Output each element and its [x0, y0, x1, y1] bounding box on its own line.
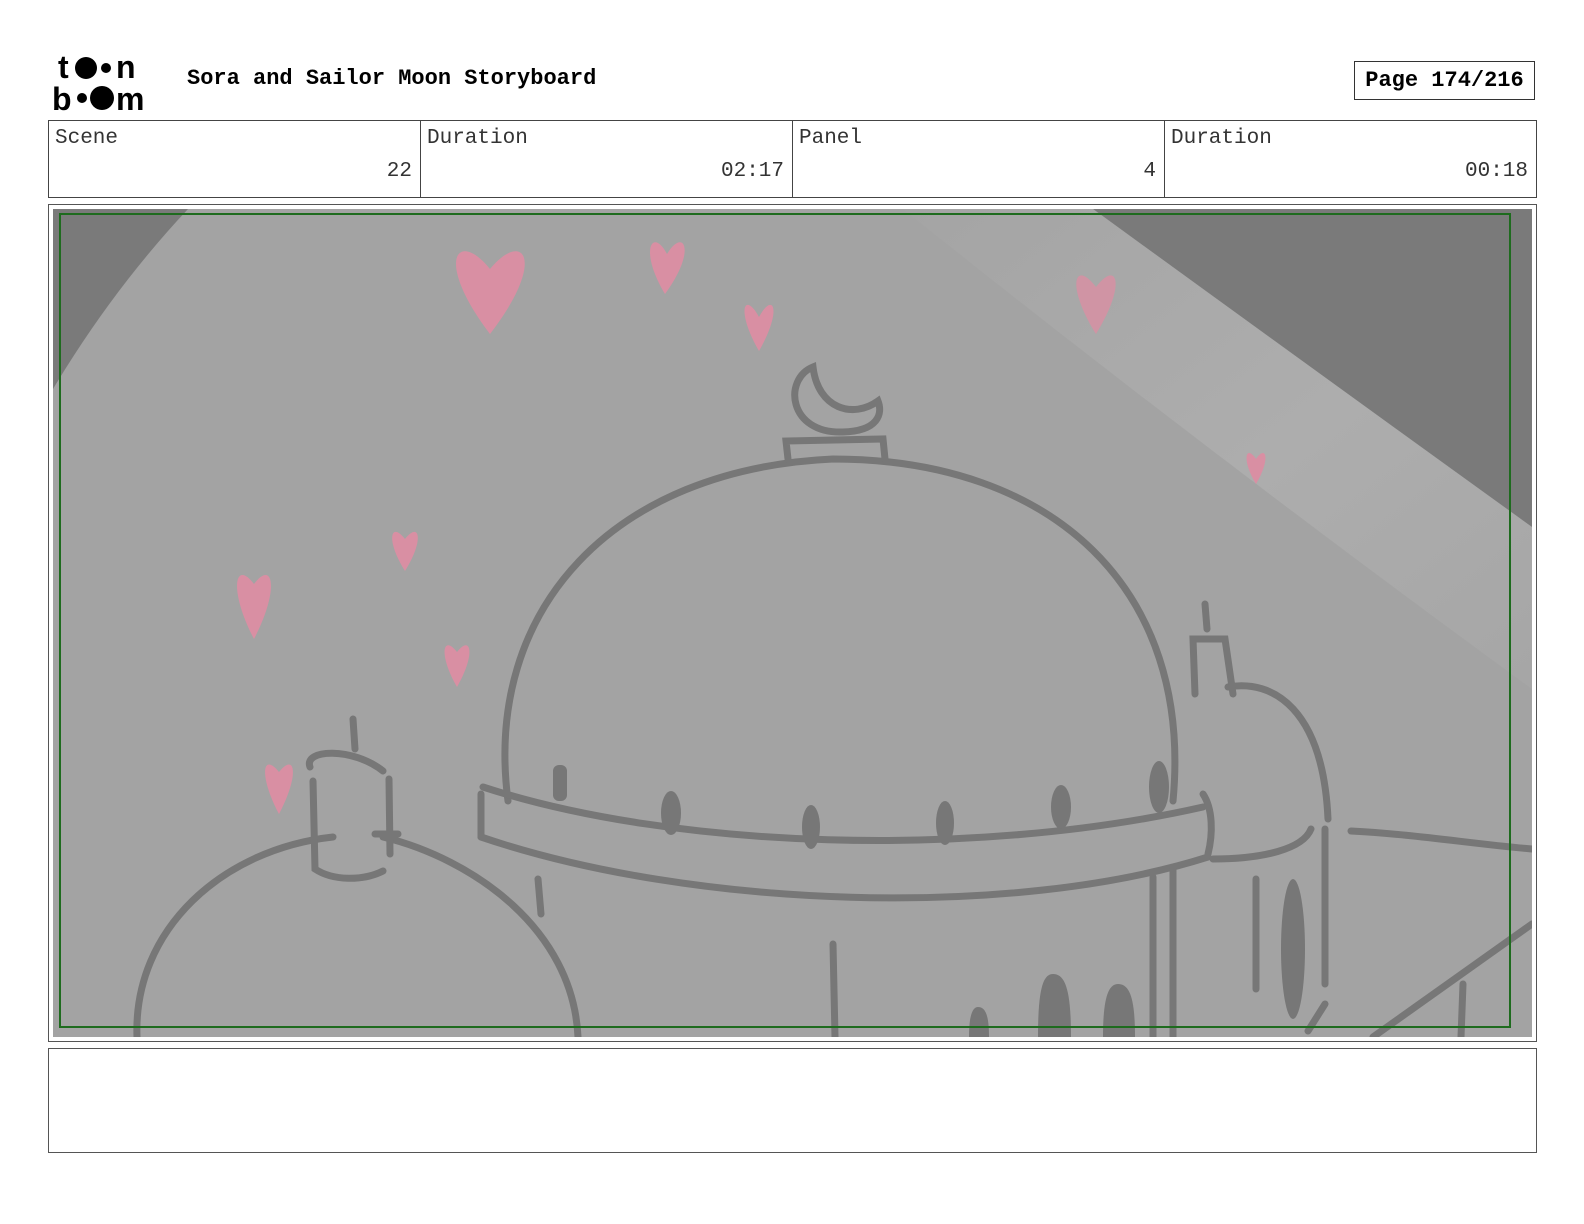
svg-text:b: b: [52, 81, 72, 114]
panel-cell: Panel 4: [793, 121, 1165, 197]
panel-duration-label: Duration: [1171, 127, 1272, 150]
scene-cell: Scene 22: [49, 121, 421, 197]
scene-duration-label: Duration: [427, 127, 528, 150]
svg-text:n: n: [116, 50, 136, 85]
panel-label: Panel: [799, 127, 863, 150]
scene-value: 22: [386, 160, 412, 183]
svg-text:t: t: [58, 50, 69, 85]
storyboard-title: Sora and Sailor Moon Storyboard: [187, 66, 597, 91]
scene-label: Scene: [55, 127, 119, 150]
panel-duration-cell: Duration 00:18: [1165, 121, 1536, 197]
svg-text:m: m: [116, 81, 144, 114]
scene-duration-value: 02:17: [720, 160, 784, 183]
panel-notes-area: [48, 1048, 1537, 1153]
page-indicator: Page 174/216: [1354, 61, 1535, 100]
panel-drawing: [53, 209, 1532, 1037]
panel-duration-value: 00:18: [1464, 160, 1528, 183]
scene-duration-cell: Duration 02:17: [421, 121, 793, 197]
scene-info-table: Scene 22 Duration 02:17 Panel 4 Duration…: [48, 120, 1537, 198]
storyboard-panel: [48, 204, 1537, 1042]
toon-boom-logo: t n b m: [52, 50, 144, 114]
panel-value: 4: [1143, 160, 1156, 183]
